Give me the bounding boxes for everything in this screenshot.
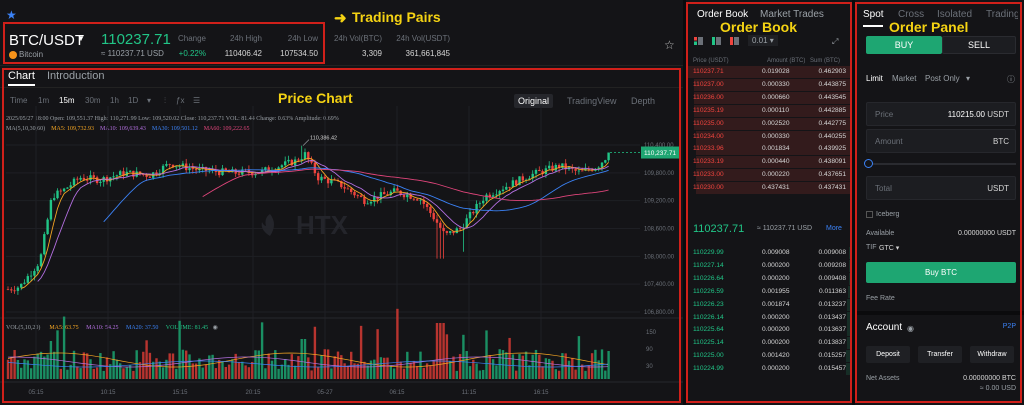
favorites-star-icon[interactable]: ★ <box>6 8 17 22</box>
annotation-order-book: Order Book <box>720 19 798 35</box>
stat-label: 24h Vol(BTC) <box>333 34 382 43</box>
annotation-box-order-panel <box>855 2 1022 403</box>
stat-24h-vol-usdt: 24h Vol(USDT) 361,661,845 <box>396 34 450 58</box>
stat-value: 3,309 <box>361 49 382 58</box>
annotation-order-panel: Order Panel <box>889 19 969 35</box>
stat-value: 361,661,845 <box>405 49 451 58</box>
arrow-icon: ➜ <box>334 10 347 27</box>
stat-label: 24h Vol(USDT) <box>396 34 450 43</box>
annotation-box-price-chart <box>2 68 681 403</box>
stat-24h-vol-btc: 24h Vol(BTC) 3,309 <box>330 34 382 58</box>
exchange-app: ★ BTC/USDT ▼ Bitcoin 110237.71 ≈ 110237.… <box>0 0 1024 405</box>
annotation-box-order-book <box>686 2 852 403</box>
annotation-price-chart: Price Chart <box>278 90 353 106</box>
annotation-box-trading-pairs <box>3 22 325 64</box>
favorite-star-outline-icon[interactable]: ☆ <box>664 38 675 52</box>
annotation-trading-pairs: Trading Pairs <box>352 9 441 25</box>
